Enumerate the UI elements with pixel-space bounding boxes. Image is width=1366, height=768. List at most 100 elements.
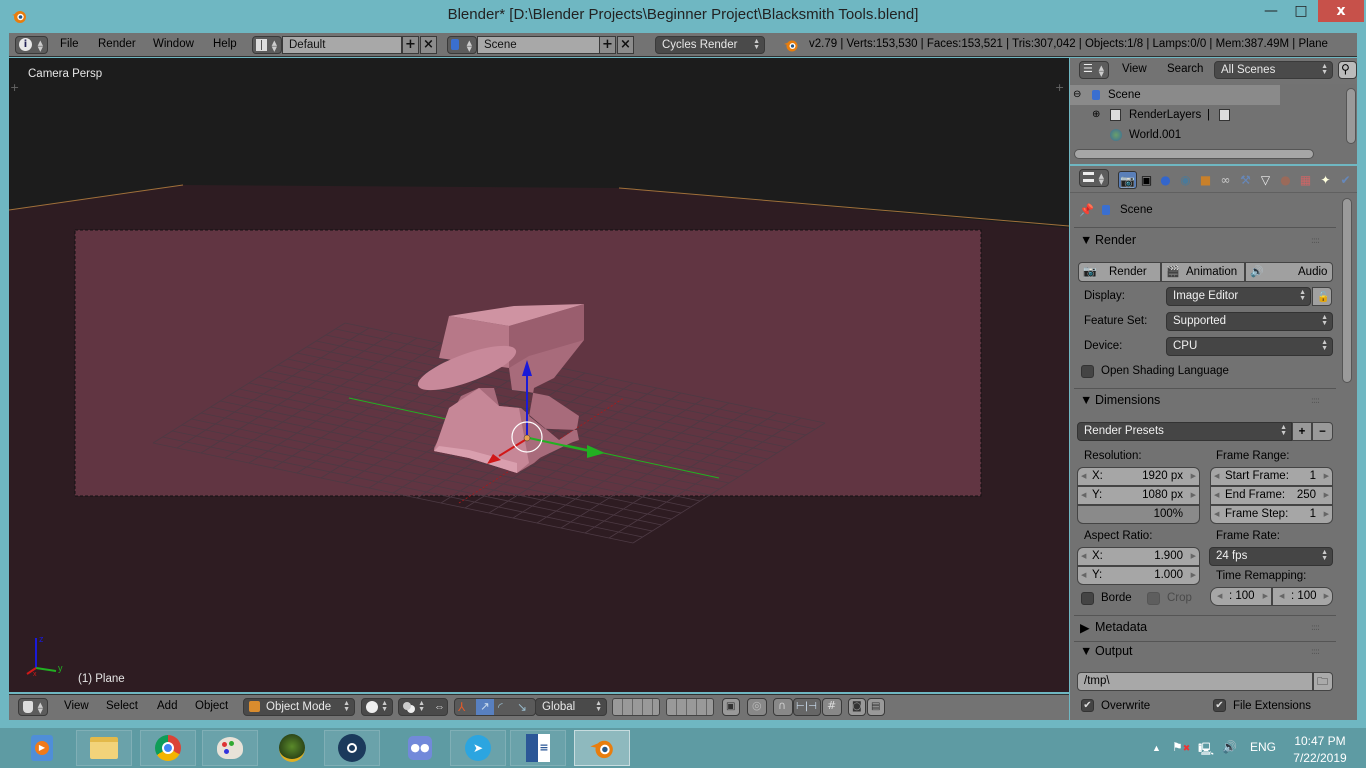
corner-plus-left[interactable]: + [10,81,19,94]
editor-type-button[interactable]: i ▲ ▼ [15,36,48,54]
taskbar-app-discord[interactable]: ●● [392,730,448,766]
animation-button[interactable]: 🎬 Animation [1161,262,1245,282]
decrement-arrow-icon[interactable]: ◀ [1279,588,1284,605]
drag-handle[interactable]: :::: [1311,623,1320,633]
decrement-arrow-icon[interactable]: ◀ [1081,468,1086,485]
proportional-edit-button[interactable]: ◎ [747,698,767,716]
network-icon[interactable]: 🖳 [1198,740,1214,761]
increment-arrow-icon[interactable]: ▶ [1324,487,1329,504]
decrement-arrow-icon[interactable]: ◀ [1217,588,1222,605]
menu-help[interactable]: Help [213,38,237,50]
menu-render[interactable]: Render [98,38,136,50]
output-path-field[interactable]: /tmp\ [1077,672,1313,691]
outliner-item-renderlayers[interactable]: ⊕ RenderLayers | [1070,105,1340,125]
overwrite-checkbox[interactable]: ✔ [1081,699,1094,712]
collapse-icon[interactable]: ⊖ [1073,85,1081,105]
add-scene-button[interactable]: + [599,36,616,54]
snap-toggle[interactable]: ∩ [773,698,793,716]
render-opengl-image-button[interactable]: ◙ [848,698,866,716]
tab-material[interactable]: ● [1276,171,1295,189]
taskbar-app-steam[interactable] [324,730,380,766]
start-frame-field[interactable]: ◀ Start Frame: 1 ▶ [1210,467,1333,486]
snap-element-dropdown[interactable]: ⊢|⊣ [793,698,821,716]
increment-arrow-icon[interactable]: ▶ [1324,468,1329,485]
maximize-button[interactable]: □ [1286,0,1316,22]
feature-set-dropdown[interactable]: Supported ▲ ▼ [1166,312,1333,331]
manipulator-toggles[interactable]: ⅄ ↗ ◜ ↘ [454,698,536,716]
system-clock[interactable]: 10:47 PM 7/22/2019 [1290,733,1350,767]
file-extensions-checkbox[interactable]: ✔ [1213,699,1226,712]
lock-interface-button[interactable]: 🔓 [1312,287,1332,306]
tab-data[interactable]: ▽ [1256,171,1275,189]
increment-arrow-icon[interactable]: ▶ [1263,588,1268,605]
pin-icon[interactable]: 📌 [1079,203,1094,217]
pivot-point-dropdown[interactable]: ▲ ▼ ⇔ [398,698,448,716]
remove-preset-button[interactable]: − [1312,422,1333,441]
outliner-hscrollbar[interactable] [1074,149,1314,159]
transform-orientation-dropdown[interactable]: Global ▲ ▼ [535,698,607,716]
display-dropdown[interactable]: Image Editor ▲ ▼ [1166,287,1311,306]
decrement-arrow-icon[interactable]: ◀ [1081,487,1086,504]
layer-buttons-1[interactable] [612,698,660,716]
decrement-arrow-icon[interactable]: ◀ [1081,567,1086,584]
frame-rate-dropdown[interactable]: 24 fps ▲ ▼ [1209,547,1333,566]
increment-arrow-icon[interactable]: ▶ [1191,468,1196,485]
outliner-item-world[interactable]: World.001 [1070,125,1340,145]
scene-selector[interactable]: ▲ ▼ [447,36,477,54]
tab-render-layers[interactable]: ▣ [1137,171,1156,189]
decrement-arrow-icon[interactable]: ◀ [1214,468,1219,485]
audio-button[interactable]: 🔊 Audio [1245,262,1333,282]
drag-handle[interactable]: :::: [1311,236,1320,246]
editor-type-button[interactable]: ▲ ▼ [18,698,48,716]
taskbar-app-chrome[interactable] [140,730,196,766]
outliner-item-scene[interactable]: ⊖ Scene [1070,85,1280,105]
resolution-x-field[interactable]: ◀ X: 1920 px ▶ [1077,467,1200,486]
delete-scene-button[interactable]: × [617,36,634,54]
tab-particles[interactable]: ✦ [1316,171,1335,189]
frame-step-field[interactable]: ◀ Frame Step: 1 ▶ [1210,505,1333,524]
tab-world[interactable]: ◉ [1176,171,1195,189]
taskbar-app-google-earth[interactable] [264,730,320,766]
aspect-x-field[interactable]: ◀ X: 1.900 ▶ [1077,547,1200,566]
layer-buttons-2[interactable] [666,698,714,716]
device-dropdown[interactable]: CPU ▲ ▼ [1166,337,1333,356]
delete-layout-button[interactable]: × [420,36,437,54]
menu-window[interactable]: Window [153,38,194,50]
menu-file[interactable]: File [60,38,79,50]
render-opengl-animation-button[interactable]: ▤ [867,698,885,716]
scene-field[interactable]: Scene [477,36,600,54]
end-frame-field[interactable]: ◀ End Frame: 250 ▶ [1210,486,1333,505]
taskbar-app-media-player[interactable]: ▶ [14,730,70,766]
screen-layout-field[interactable]: Default [282,36,402,54]
render-presets-dropdown[interactable]: Render Presets ▲ ▼ [1077,422,1292,441]
editor-type-button[interactable]: ▲ ▼ [1079,169,1109,187]
increment-arrow-icon[interactable]: ▶ [1191,487,1196,504]
show-hidden-icons-button[interactable]: ▲ [1152,743,1161,753]
3d-viewport[interactable]: z y x + + Camera Persp (1) Plane [9,58,1069,692]
tab-render[interactable]: 📷 [1118,171,1137,189]
add-layout-button[interactable]: + [402,36,419,54]
time-remap-old-field[interactable]: ◀ : 100 ▶ [1210,587,1272,606]
properties-vscrollbar[interactable] [1342,198,1352,383]
tab-object[interactable]: ■ [1196,171,1215,189]
taskbar-app-telegram[interactable]: ➤ [450,730,506,766]
search-button[interactable]: ⚲ [1338,61,1357,79]
resolution-percentage-slider[interactable]: 100% [1077,505,1200,524]
expand-icon[interactable]: ⊕ [1092,105,1100,125]
render-layer-toggle-icon[interactable] [1219,109,1230,121]
action-center-icon[interactable]: ⚑✖ [1172,740,1190,754]
crop-checkbox[interactable] [1147,592,1160,605]
display-mode-dropdown[interactable]: All Scenes ▲ ▼ [1214,61,1333,79]
drag-handle[interactable]: :::: [1311,396,1320,406]
aspect-y-field[interactable]: ◀ Y: 1.000 ▶ [1077,566,1200,585]
decrement-arrow-icon[interactable]: ◀ [1214,487,1219,504]
render-engine-dropdown[interactable]: Cycles Render ▲ ▼ [655,36,765,54]
menu-select[interactable]: Select [106,700,138,712]
tab-modifiers[interactable]: ⚒ [1236,171,1255,189]
menu-view[interactable]: View [64,700,89,712]
editor-type-button[interactable]: ☰ ▲ ▼ [1079,61,1109,79]
resolution-y-field[interactable]: ◀ Y: 1080 px ▶ [1077,486,1200,505]
lock-camera-button[interactable]: ▣ [722,698,740,716]
osl-checkbox[interactable] [1081,365,1094,378]
decrement-arrow-icon[interactable]: ◀ [1081,548,1086,565]
